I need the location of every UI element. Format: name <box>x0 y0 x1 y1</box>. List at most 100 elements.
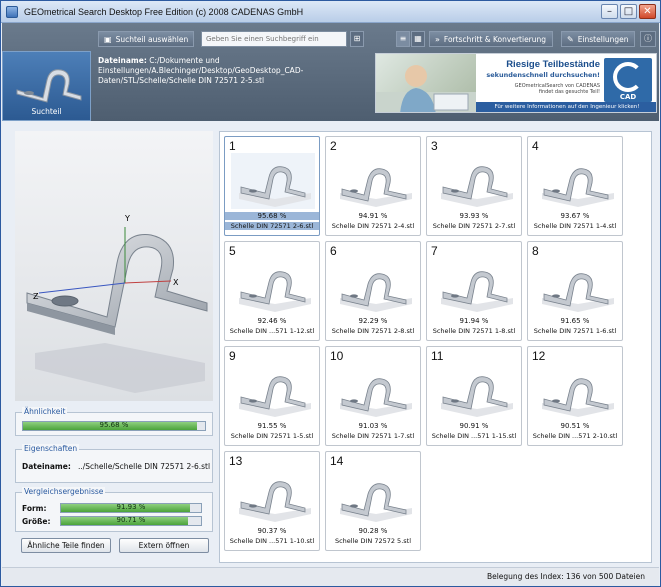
filename-label: Dateiname: <box>98 56 147 65</box>
result-similarity: 93.93 % <box>459 212 489 220</box>
minimize-button[interactable]: – <box>601 4 618 19</box>
status-bar: Belegung des Index: 136 von 500 Dateien <box>2 567 659 586</box>
result-rank: 14 <box>330 454 344 468</box>
title-bar: GEOmetrical Search Desktop Free Edition … <box>1 1 660 23</box>
result-filename: Schelle DIN 72571 2-8.stl <box>331 327 415 335</box>
result-card[interactable]: 2 94.91 % Schelle DIN 72571 2-4.stl <box>325 136 421 236</box>
result-filename: Schelle DIN 72571 1-4.stl <box>533 222 617 230</box>
result-filename: Schelle DIN ...571 1-12.stl <box>229 327 315 335</box>
maximize-button[interactable]: □ <box>620 4 637 19</box>
size-bar: 90.71 % <box>60 516 202 526</box>
cadenas-logo: CAD <box>604 58 652 102</box>
close-button[interactable]: ✕ <box>639 4 656 19</box>
result-similarity: 92.29 % <box>358 317 388 325</box>
axis-z-label: Z <box>33 292 39 301</box>
select-part-button[interactable]: ▣ Suchteil auswählen <box>98 31 194 47</box>
result-rank: 6 <box>330 244 337 258</box>
result-card[interactable]: 6 92.29 % Schelle DIN 72571 2-8.stl <box>325 241 421 341</box>
settings-button[interactable]: ✎ Einstellungen <box>561 31 635 47</box>
search-go-button[interactable]: ⊞ <box>350 31 364 47</box>
info-button[interactable]: ⓘ <box>640 31 656 47</box>
clamp-part-icon <box>231 363 315 419</box>
3d-preview[interactable]: Y X Z <box>15 131 213 401</box>
banner-footer: Für weitere Informationen auf den Ingeni… <box>476 102 656 112</box>
result-rank: 7 <box>431 244 438 258</box>
result-similarity: 93.67 % <box>560 212 590 220</box>
properties-filename-value: ../Schelle/Schelle DIN 72571 2-6.stl <box>78 462 211 471</box>
result-filename: Schelle DIN 72571 1-8.stl <box>432 327 516 335</box>
result-card[interactable]: 1 95.68 % Schelle DIN 72571 2-6.stl <box>224 136 320 236</box>
search-input[interactable] <box>201 31 347 47</box>
result-card[interactable]: 10 91.03 % Schelle DIN 72571 1-7.stl <box>325 346 421 446</box>
similarity-value: 95.68 % <box>99 421 129 429</box>
clamp-part-icon <box>332 153 416 209</box>
clamp-part-icon <box>332 468 416 524</box>
form-label: Form: <box>22 504 47 513</box>
result-card[interactable]: 7 91.94 % Schelle DIN 72571 1-8.stl <box>426 241 522 341</box>
status-text: Belegung des Index: 136 von 500 Dateien <box>486 572 645 581</box>
result-card[interactable]: 12 90.51 % Schelle DIN ...571 2-10.stl <box>527 346 623 446</box>
clamp-part-icon <box>433 258 517 314</box>
properties-group: Eigenschaften Dateiname: ../Schelle/Sche… <box>15 444 213 483</box>
clamp-part-icon <box>231 258 315 314</box>
result-similarity: 91.65 % <box>560 317 590 325</box>
result-card[interactable]: 9 91.55 % Schelle DIN 72571 1-5.stl <box>224 346 320 446</box>
clamp-part-icon <box>332 363 416 419</box>
find-similar-button[interactable]: Ähnliche Teile finden <box>21 538 111 553</box>
result-rank: 12 <box>532 349 546 363</box>
result-filename: Schelle DIN 72571 2-4.stl <box>331 222 415 230</box>
similarity-bar: 95.68 % <box>22 421 206 431</box>
result-card[interactable]: 4 93.67 % Schelle DIN 72571 1-4.stl <box>527 136 623 236</box>
result-similarity: 90.28 % <box>358 527 388 535</box>
result-rank: 9 <box>229 349 236 363</box>
result-similarity: 90.37 % <box>257 527 287 535</box>
result-rank: 11 <box>431 349 444 363</box>
clamp-part-icon <box>332 258 416 314</box>
result-rank: 10 <box>330 349 344 363</box>
ad-banner[interactable]: Riesige Teilbestände sekundenschnell dur… <box>375 53 657 113</box>
result-similarity: 94.91 % <box>358 212 388 220</box>
axis-y-label: Y <box>124 214 130 223</box>
result-card[interactable]: 11 90.91 % Schelle DIN ...571 1-15.stl <box>426 346 522 446</box>
result-similarity: 90.51 % <box>560 422 590 430</box>
app-window: GEOmetrical Search Desktop Free Edition … <box>0 0 661 587</box>
search-part-thumbnail[interactable]: Suchteil <box>2 51 91 121</box>
results-grid: 1 95.68 % Schelle DIN 72571 2-6.stl 2 94.91 … <box>219 131 652 563</box>
info-icon: ⓘ <box>644 34 652 43</box>
result-filename: Schelle DIN ...571 1-15.stl <box>431 432 517 440</box>
clamp-part-icon <box>534 258 618 314</box>
result-card[interactable]: 3 93.93 % Schelle DIN 72571 2-7.stl <box>426 136 522 236</box>
result-card[interactable]: 13 90.37 % Schelle DIN ...571 1-10.stl <box>224 451 320 551</box>
header-panel: ▣ Suchteil auswählen ⊞ ≡ ▦ » Fortschritt… <box>2 23 659 121</box>
window-title: GEOmetrical Search Desktop Free Edition … <box>24 6 304 17</box>
properties-filename-label: Dateiname: <box>22 462 71 471</box>
banner-small-line-2: findet das gesuchte Teil! <box>538 89 600 95</box>
result-similarity: 91.55 % <box>257 422 287 430</box>
result-card[interactable]: 5 92.46 % Schelle DIN ...571 1-12.stl <box>224 241 320 341</box>
result-card[interactable]: 8 91.65 % Schelle DIN 72571 1-6.stl <box>527 241 623 341</box>
compare-results-title: Vergleichsergebnisse <box>22 487 106 496</box>
list-view-button[interactable]: ≡ <box>396 31 410 47</box>
select-part-icon: ▣ <box>104 34 112 44</box>
form-value: 91.93 % <box>116 503 146 511</box>
open-external-button[interactable]: Extern öffnen <box>119 538 209 553</box>
result-similarity: 95.68 % <box>225 212 319 220</box>
select-part-label: Suchteil auswählen <box>115 34 189 44</box>
result-filename: Schelle DIN 72571 1-5.stl <box>230 432 314 440</box>
clamp-thumbnail-icon <box>16 69 82 103</box>
result-rank: 1 <box>229 139 236 153</box>
similarity-title: Ähnlichkeit <box>22 407 68 416</box>
axis-x-label: X <box>173 278 179 287</box>
list-view-icon: ≡ <box>399 34 407 43</box>
size-label: Größe: <box>22 517 51 526</box>
banner-subline: sekundenschnell durchsuchen! <box>486 71 600 79</box>
clamp-part-icon <box>433 153 517 209</box>
form-bar: 91.93 % <box>60 503 202 513</box>
window-controls: – □ ✕ <box>601 4 656 19</box>
cadenas-logo-text: CAD <box>619 93 637 101</box>
grid-view-button[interactable]: ▦ <box>411 31 425 47</box>
banner-small-text: GEOmetricalSearch von CADENAS findet das… <box>480 83 600 95</box>
progress-button[interactable]: » Fortschritt & Konvertierung <box>429 31 553 47</box>
result-similarity: 91.94 % <box>459 317 489 325</box>
result-card[interactable]: 14 90.28 % Schelle DIN 72572 5.stl <box>325 451 421 551</box>
